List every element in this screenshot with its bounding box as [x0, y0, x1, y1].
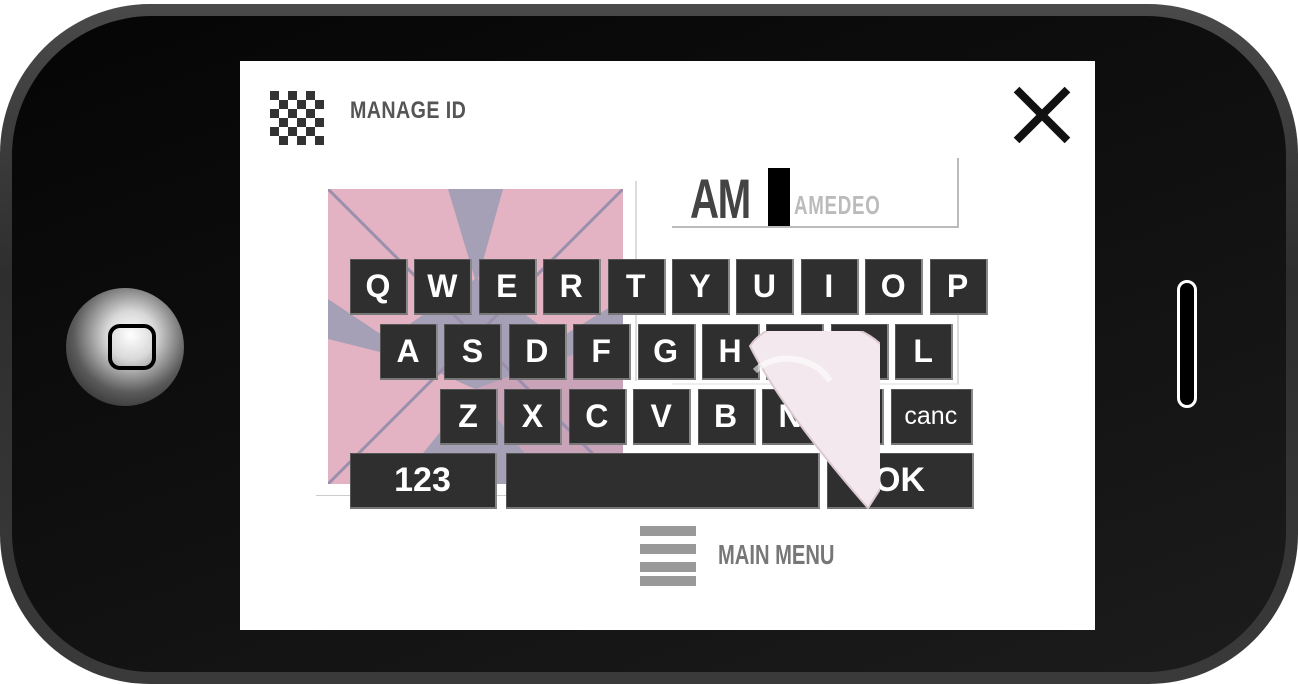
key-l[interactable]: L	[895, 324, 954, 380]
name-typed-text: AM	[690, 167, 751, 230]
key-g[interactable]: G	[637, 324, 696, 380]
key-x[interactable]: X	[504, 389, 563, 445]
key-i[interactable]: I	[800, 259, 859, 315]
home-button[interactable]	[66, 288, 184, 406]
finger-overlay	[748, 331, 880, 510]
key-z[interactable]: Z	[440, 389, 498, 445]
key-o[interactable]: O	[865, 259, 924, 315]
checker-icon	[270, 91, 325, 145]
hamburger-icon[interactable]	[640, 526, 696, 586]
key-numbers[interactable]: 123	[350, 453, 497, 509]
key-w[interactable]: W	[414, 259, 473, 315]
key-a[interactable]: A	[380, 324, 438, 380]
key-r[interactable]: R	[543, 259, 602, 315]
page-title: MANAGE ID	[350, 97, 467, 124]
home-square-icon	[108, 324, 156, 370]
key-d[interactable]: D	[508, 324, 567, 380]
key-cancel[interactable]: canc	[890, 389, 973, 445]
name-input[interactable]: AMEDEO AM	[672, 158, 959, 230]
key-c[interactable]: C	[568, 389, 627, 445]
app-screen: MANAGE ID AMEDEO AM QWERTYUIOPASDFGHJKLZ…	[240, 61, 1095, 630]
key-y[interactable]: Y	[672, 259, 730, 315]
text-caret	[768, 168, 790, 226]
key-t[interactable]: T	[607, 259, 666, 315]
key-q[interactable]: Q	[350, 259, 408, 315]
close-button[interactable]	[1010, 83, 1072, 145]
name-placeholder: AMEDEO	[794, 190, 881, 220]
key-e[interactable]: E	[478, 259, 537, 315]
key-f[interactable]: F	[573, 324, 632, 380]
key-v[interactable]: V	[633, 389, 692, 445]
key-s[interactable]: S	[444, 324, 503, 380]
speaker-slot	[1177, 280, 1197, 408]
key-u[interactable]: U	[736, 259, 795, 315]
key-p[interactable]: P	[929, 259, 988, 315]
